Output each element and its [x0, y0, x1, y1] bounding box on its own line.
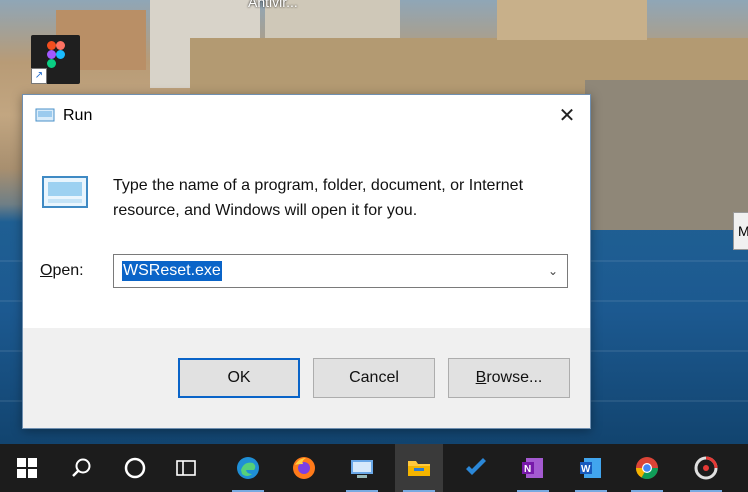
close-button[interactable]: ✕ [544, 95, 590, 137]
task-view-icon [176, 460, 196, 476]
run-dialog: Run ✕ Type the name of a program, folder… [22, 94, 591, 429]
svg-text:W: W [581, 464, 591, 475]
start-button[interactable] [3, 444, 51, 492]
run-icon [35, 108, 55, 122]
todo-button[interactable] [452, 444, 500, 492]
cancel-button[interactable]: Cancel [313, 358, 435, 398]
dialog-title: Run [63, 107, 93, 124]
chrome-button[interactable] [623, 444, 671, 492]
firefox-icon [293, 457, 315, 479]
cortana-icon [124, 457, 146, 479]
open-combobox[interactable]: WSReset.exe ⌄ [113, 254, 568, 288]
taskbar: N W [0, 444, 748, 492]
word-button[interactable]: W [567, 444, 615, 492]
shortcut-arrow-icon: ↗ [31, 68, 47, 84]
file-explorer-button[interactable] [395, 444, 443, 492]
browse-label-rest: rowse... [486, 369, 543, 386]
recording-app-button[interactable] [682, 444, 730, 492]
edge-icon [237, 457, 259, 479]
taskbar-search-button[interactable] [58, 444, 106, 492]
ok-button[interactable]: OK [178, 358, 300, 398]
dialog-description: Type the name of a program, folder, docu… [113, 177, 524, 219]
firefox-button[interactable] [280, 444, 328, 492]
chrome-icon [636, 457, 658, 479]
onenote-button[interactable]: N [509, 444, 557, 492]
edge-button[interactable] [224, 444, 272, 492]
close-icon: ✕ [558, 105, 576, 127]
svg-text:N: N [524, 464, 531, 475]
side-window-edge[interactable]: M [733, 212, 748, 250]
open-label-rest: pen: [52, 262, 84, 279]
open-label: Open: [40, 262, 84, 280]
recording-icon [694, 456, 718, 480]
remote-desktop-button[interactable] [338, 444, 386, 492]
chevron-down-icon[interactable]: ⌄ [539, 255, 567, 287]
dialog-content: Type the name of a program, folder, docu… [23, 137, 590, 328]
task-view-button[interactable] [162, 444, 210, 492]
figma-icon [47, 41, 65, 68]
windows-start-icon [17, 458, 37, 478]
file-explorer-icon [408, 461, 430, 476]
title-bar[interactable]: Run ✕ [23, 95, 590, 137]
desktop-icon-label: Antivir... [248, 0, 298, 10]
todo-icon [466, 458, 486, 475]
cortana-button[interactable] [111, 444, 159, 492]
browse-button[interactable]: Browse... [448, 358, 570, 398]
remote-desktop-icon [351, 460, 373, 478]
figma-shortcut-icon[interactable]: ↗ [31, 35, 80, 84]
word-icon: W [580, 458, 601, 478]
run-program-icon [42, 176, 88, 208]
browse-accelerator: B [475, 369, 487, 386]
open-input-value[interactable]: WSReset.exe [122, 261, 222, 281]
search-icon [72, 458, 91, 477]
open-label-accelerator: O [40, 262, 53, 279]
onenote-icon: N [522, 458, 543, 478]
